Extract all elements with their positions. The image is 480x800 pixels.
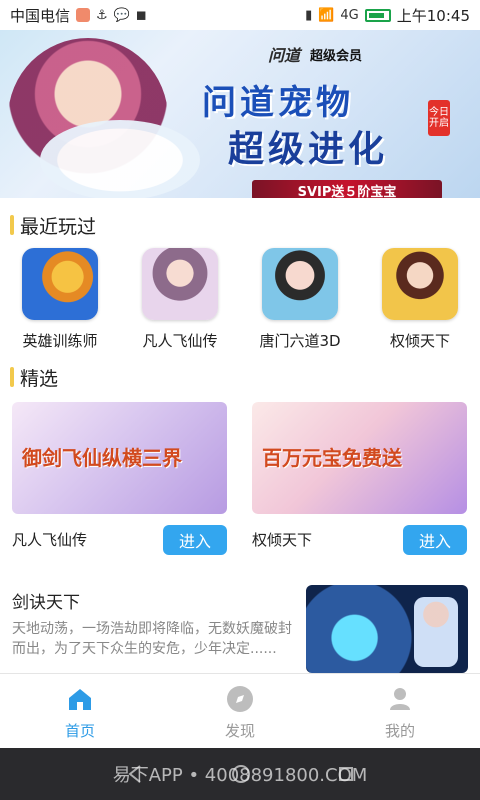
featured-card-image[interactable]: 御剑飞仙纵横三界 — [12, 402, 227, 514]
recent-game-item[interactable]: 权倾天下 — [360, 248, 480, 358]
home-icon — [63, 682, 97, 716]
banner-badge-text: 超级会员 — [310, 48, 363, 64]
nav-label: 我的 — [384, 721, 415, 740]
nav-label: 发现 — [224, 721, 255, 740]
qq-icon: ◼ — [135, 7, 147, 23]
section-recent-header: 最近玩过 — [0, 210, 480, 240]
featured-card-meta: 凡人飞仙传 进入 — [12, 522, 227, 557]
list-item-title: 剑诀天下 — [12, 593, 80, 613]
time-label: 上午10:45 — [396, 6, 470, 25]
section-marker — [10, 367, 14, 387]
recent-game-item[interactable]: 唐门六道3D — [240, 248, 360, 358]
featured-card[interactable]: 百万元宝免费送 权倾天下 进入 — [252, 402, 467, 557]
section-recent-title: 最近玩过 — [20, 215, 97, 238]
banner-svip-ribbon: SVIP送５阶宝宝 — [252, 180, 442, 198]
bottom-navigation: 首页 发现 我的 — [0, 673, 480, 748]
featured-card-image[interactable]: 百万元宝免费送 — [252, 402, 467, 514]
carrier-label: 中国电信 — [10, 6, 71, 25]
featured-card-meta: 权倾天下 进入 — [252, 522, 467, 557]
game-name: 凡人飞仙传 — [142, 332, 218, 350]
enter-button[interactable]: 进入 — [403, 524, 467, 555]
list-item-text: 剑诀天下 天地动荡，一场浩劫即将降临，无数妖魔破封而出，为了天下众生的安危，少年… — [12, 585, 304, 673]
featured-card-overlay-text: 百万元宝免费送 — [262, 446, 402, 470]
network-type: 4G — [340, 7, 359, 23]
banner-title-line1: 问道宠物 — [202, 83, 354, 123]
game-name: 权倾天下 — [389, 332, 450, 350]
banner-fox-art — [40, 120, 200, 198]
status-bar: 中国电信 ⚓ 💬 ◼ ▮ 📶 4G 上午10:45 — [0, 0, 480, 30]
battery-icon — [364, 8, 391, 22]
nav-discover[interactable]: 发现 — [160, 674, 320, 748]
nav-mine[interactable]: 我的 — [320, 674, 480, 748]
status-right: ▮ 📶 4G 上午10:45 — [305, 5, 470, 26]
watermark-text: 易下APP • 4008891800.COM — [112, 765, 368, 786]
top-banner[interactable]: 问道 超级会员 问道宠物 超级进化 今日开启 SVIP送５阶宝宝 — [0, 30, 480, 198]
list-item-thumbnail[interactable] — [306, 585, 468, 673]
recent-game-item[interactable]: 英雄训练师 — [0, 248, 120, 358]
banner-logo-text: 问道 — [268, 46, 301, 65]
usb-icon: ⚓ — [96, 7, 108, 23]
section-featured-title: 精选 — [20, 367, 59, 390]
game-name: 英雄训练师 — [22, 332, 98, 350]
game-icon[interactable] — [142, 248, 218, 320]
enter-button[interactable]: 进入 — [163, 524, 227, 555]
game-list-item[interactable]: 剑诀天下 天地动荡，一场浩劫即将降临，无数妖魔破封而出，为了天下众生的安危，少年… — [0, 585, 480, 673]
recent-game-item[interactable]: 凡人飞仙传 — [120, 248, 240, 358]
user-icon — [383, 682, 417, 716]
game-icon[interactable] — [382, 248, 458, 320]
notification-icon — [76, 8, 91, 22]
game-name: 唐门六道3D — [259, 332, 341, 350]
section-featured-header: 精选 — [0, 362, 480, 392]
recent-games-row: 英雄训练师 凡人飞仙传 唐门六道3D 权倾天下 — [0, 248, 480, 358]
featured-card-title: 凡人飞仙传 — [12, 531, 88, 549]
vibrate-icon: ▮ — [305, 7, 313, 23]
banner-title-line2: 超级进化 — [228, 129, 389, 170]
featured-card-overlay-text: 御剑飞仙纵横三界 — [22, 446, 182, 470]
list-item-character-art — [414, 597, 458, 667]
banner-date-badge: 今日开启 — [428, 100, 450, 136]
nav-label: 首页 — [64, 721, 95, 740]
banner-logo: 问道 超级会员 — [268, 42, 362, 66]
list-item-description: 天地动荡，一场浩劫即将降临，无数妖魔破封而出，为了天下众生的安危，少年决定...… — [12, 621, 292, 657]
wifi-icon: 📶 — [318, 7, 335, 23]
compass-icon — [223, 682, 257, 716]
featured-card[interactable]: 御剑飞仙纵横三界 凡人飞仙传 进入 — [12, 402, 227, 557]
system-navigation-bar: 易下APP • 4008891800.COM — [0, 748, 480, 800]
game-icon[interactable] — [22, 248, 98, 320]
nav-home[interactable]: 首页 — [0, 674, 160, 748]
featured-grid: 御剑飞仙纵横三界 凡人飞仙传 进入 百万元宝免费送 权倾天下 进入 — [0, 402, 480, 557]
message-icon: 💬 — [113, 7, 130, 23]
status-left: 中国电信 ⚓ 💬 ◼ — [10, 5, 147, 26]
featured-card-title: 权倾天下 — [252, 531, 313, 549]
game-icon[interactable] — [262, 248, 338, 320]
section-marker — [10, 215, 14, 235]
